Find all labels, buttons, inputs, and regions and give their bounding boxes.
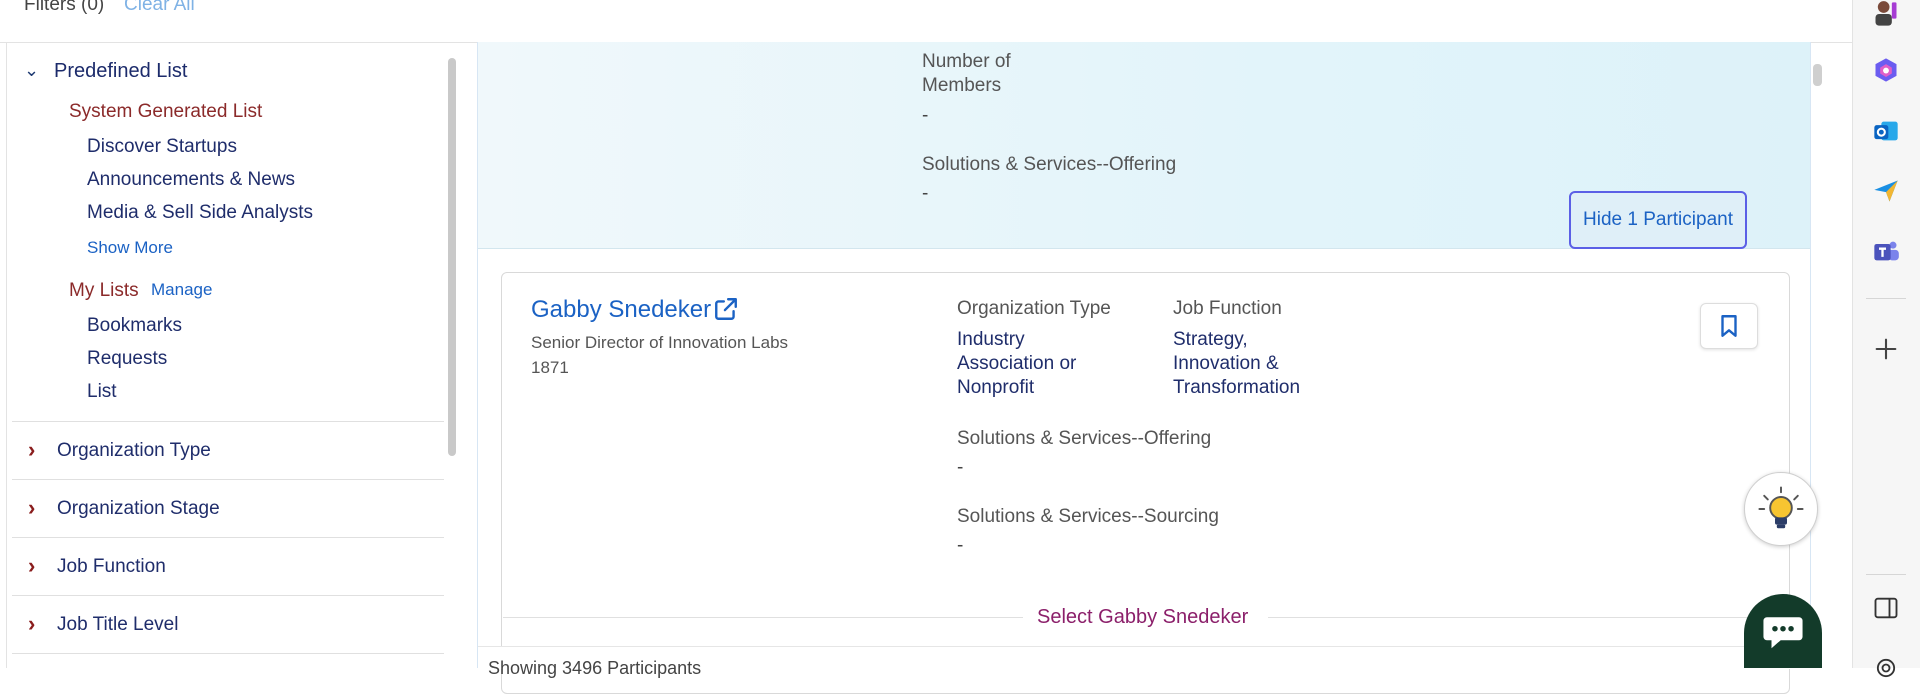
divider	[1268, 617, 1786, 618]
filter-job-function[interactable]: Job Function	[57, 556, 166, 578]
filter-organization-type[interactable]: Organization Type	[57, 440, 211, 462]
outlook-icon[interactable]	[1872, 117, 1900, 145]
org-type-value-2: Association or	[957, 353, 1077, 374]
members-value: -	[922, 105, 929, 126]
bookmark-button[interactable]	[1700, 303, 1758, 349]
lightbulb-icon	[1758, 486, 1804, 529]
sidebar-divider	[12, 537, 444, 538]
offering-label: Solutions & Services--Offering	[922, 154, 1177, 175]
job-function-value-3: Transformation	[1173, 377, 1301, 398]
sidebar-scrollbar[interactable]	[448, 58, 456, 456]
filters-bar: Filters (0) Clear All	[0, 0, 1852, 43]
participant-sourcing-value: -	[957, 535, 964, 556]
bookmark-icon	[1721, 315, 1737, 337]
results-count: Showing 3496 Participants	[488, 658, 702, 678]
chat-button[interactable]	[1744, 594, 1822, 668]
participant-organization: 1871	[531, 358, 569, 377]
participant-name-link[interactable]: Gabby Snedeker	[531, 296, 711, 324]
org-type-value-1: Industry	[957, 329, 1025, 350]
app-rail	[1852, 0, 1920, 668]
chat-icon	[1763, 617, 1803, 649]
sidebar-divider	[12, 595, 444, 596]
filters-count-label: Filters (0)	[24, 0, 105, 15]
org-type-label: Organization Type	[957, 298, 1111, 319]
chevron-right-icon[interactable]: ›	[28, 495, 35, 521]
sidebar-item-announcements-news[interactable]: Announcements & News	[87, 169, 295, 191]
participant-offering-value: -	[957, 457, 964, 478]
job-function-value-1: Strategy,	[1173, 329, 1248, 350]
divider	[503, 617, 1023, 618]
job-function-value-2: Innovation &	[1173, 353, 1279, 374]
clear-all-link[interactable]: Clear All	[124, 0, 195, 16]
job-function-label: Job Function	[1173, 298, 1282, 319]
predefined-list-heading[interactable]: Predefined List	[54, 60, 187, 83]
members-label: Number of	[922, 51, 1011, 72]
settings-icon[interactable]	[1872, 654, 1900, 682]
members-label-cont: Members	[922, 75, 1002, 96]
add-icon[interactable]	[1872, 335, 1900, 363]
chevron-down-icon[interactable]: ⌄	[24, 60, 39, 81]
rail-divider	[1866, 298, 1906, 299]
tips-button[interactable]	[1744, 472, 1818, 546]
my-lists-heading: My Lists	[69, 280, 139, 301]
main-scrollbar[interactable]	[1813, 64, 1822, 86]
offering-value: -	[922, 183, 929, 204]
teams-icon[interactable]	[1872, 237, 1900, 265]
sidebar-item-media-analysts[interactable]: Media & Sell Side Analysts	[87, 202, 313, 224]
sidebar-item-bookmarks[interactable]: Bookmarks	[87, 315, 182, 337]
copilot-icon[interactable]	[1872, 56, 1900, 84]
participant-offering-label: Solutions & Services--Offering	[957, 428, 1212, 449]
hide-participant-button[interactable]: Hide 1 Participant	[1569, 191, 1747, 249]
manage-lists-link[interactable]: Manage	[151, 280, 212, 300]
sidebar-item-discover-startups[interactable]: Discover Startups	[87, 136, 237, 158]
send-icon[interactable]	[1872, 177, 1900, 205]
chevron-right-icon[interactable]: ›	[28, 553, 35, 579]
filter-job-title-level[interactable]: Job Title Level	[57, 614, 178, 636]
show-more-link[interactable]: Show More	[87, 238, 173, 258]
participant-title: Senior Director of Innovation Labs	[531, 333, 789, 352]
external-link-icon[interactable]	[713, 296, 739, 322]
filter-organization-stage[interactable]: Organization Stage	[57, 498, 220, 520]
select-participant-link[interactable]: Select Gabby Snedeker	[1037, 606, 1248, 629]
sidebar-divider	[12, 653, 444, 654]
rail-divider	[1866, 574, 1906, 575]
sidebar-divider	[12, 479, 444, 480]
main-border-right	[1810, 42, 1811, 632]
chevron-right-icon[interactable]: ›	[28, 611, 35, 637]
org-type-value-3: Nonprofit	[957, 377, 1035, 398]
sidebar-item-list[interactable]: List	[87, 381, 117, 403]
profile-icon[interactable]	[1872, 0, 1900, 28]
sidebar-item-requests[interactable]: Requests	[87, 348, 167, 370]
system-generated-list-heading: System Generated List	[69, 101, 263, 122]
sidebar-divider	[12, 421, 444, 422]
sidebar-toggle-icon[interactable]	[1872, 594, 1900, 622]
chevron-right-icon[interactable]: ›	[28, 437, 35, 463]
participant-sourcing-label: Solutions & Services--Sourcing	[957, 506, 1219, 527]
